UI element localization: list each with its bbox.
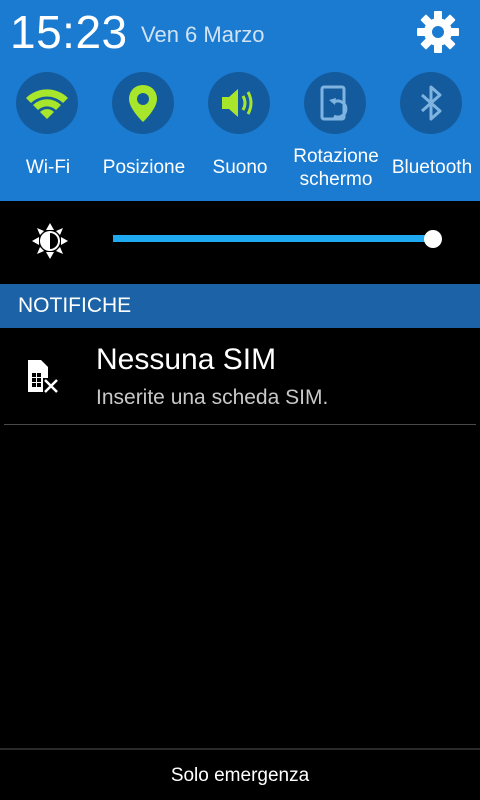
wifi-toggle[interactable]: Wi-Fi <box>0 72 96 197</box>
gear-icon[interactable] <box>414 8 462 56</box>
notification-divider <box>4 424 476 425</box>
bluetooth-toggle[interactable]: Bluetooth <box>384 72 480 197</box>
quick-panel-header: 15:23 Ven 6 Marzo Wi-Fi Posizione Suono … <box>0 0 480 201</box>
wifi-label: Wi-Fi <box>25 157 71 178</box>
notification-title: Nessuna SIM <box>96 343 277 376</box>
sound-toggle-circle <box>208 72 270 134</box>
location-pin-icon <box>129 85 157 122</box>
brightness-slider-fill <box>113 235 433 242</box>
speaker-icon <box>222 89 253 117</box>
location-toggle-circle <box>112 72 174 134</box>
notification-text: Inserite una scheda SIM. <box>96 386 329 409</box>
notifications-header-label: NOTIFICHE <box>18 294 132 317</box>
brightness-slider[interactable] <box>113 235 433 242</box>
clock: 15:23 <box>10 6 128 58</box>
bluetooth-label: Bluetooth <box>391 157 473 178</box>
sound-label: Suono <box>212 157 268 178</box>
location-toggle[interactable]: Posizione <box>96 72 192 197</box>
notification-item[interactable]: Nessuna SIM Inserite una scheda SIM. <box>0 328 480 424</box>
wifi-toggle-circle <box>16 72 78 134</box>
rotation-label-line2: schermo <box>299 169 373 190</box>
brightness-row <box>0 201 480 284</box>
carrier-label: Solo emergenza <box>170 765 310 786</box>
footer-divider <box>0 748 480 750</box>
screen-rotation-icon <box>320 85 348 121</box>
date: Ven 6 Marzo <box>141 22 265 47</box>
rotation-toggle[interactable]: Rotazione schermo <box>288 72 384 197</box>
wifi-icon <box>26 89 68 119</box>
rotation-toggle-circle <box>304 72 366 134</box>
notifications-header: NOTIFICHE <box>0 284 480 328</box>
brightness-icon[interactable] <box>30 221 70 261</box>
location-label: Posizione <box>102 157 186 178</box>
bluetooth-toggle-circle <box>400 72 462 134</box>
rotation-label: Rotazione schermo <box>282 145 390 191</box>
brightness-slider-thumb[interactable] <box>424 230 442 248</box>
bluetooth-icon <box>421 85 442 121</box>
sim-card-missing-icon <box>28 360 59 394</box>
sound-toggle[interactable]: Suono <box>192 72 288 197</box>
rotation-label-line1: Rotazione <box>293 146 379 167</box>
